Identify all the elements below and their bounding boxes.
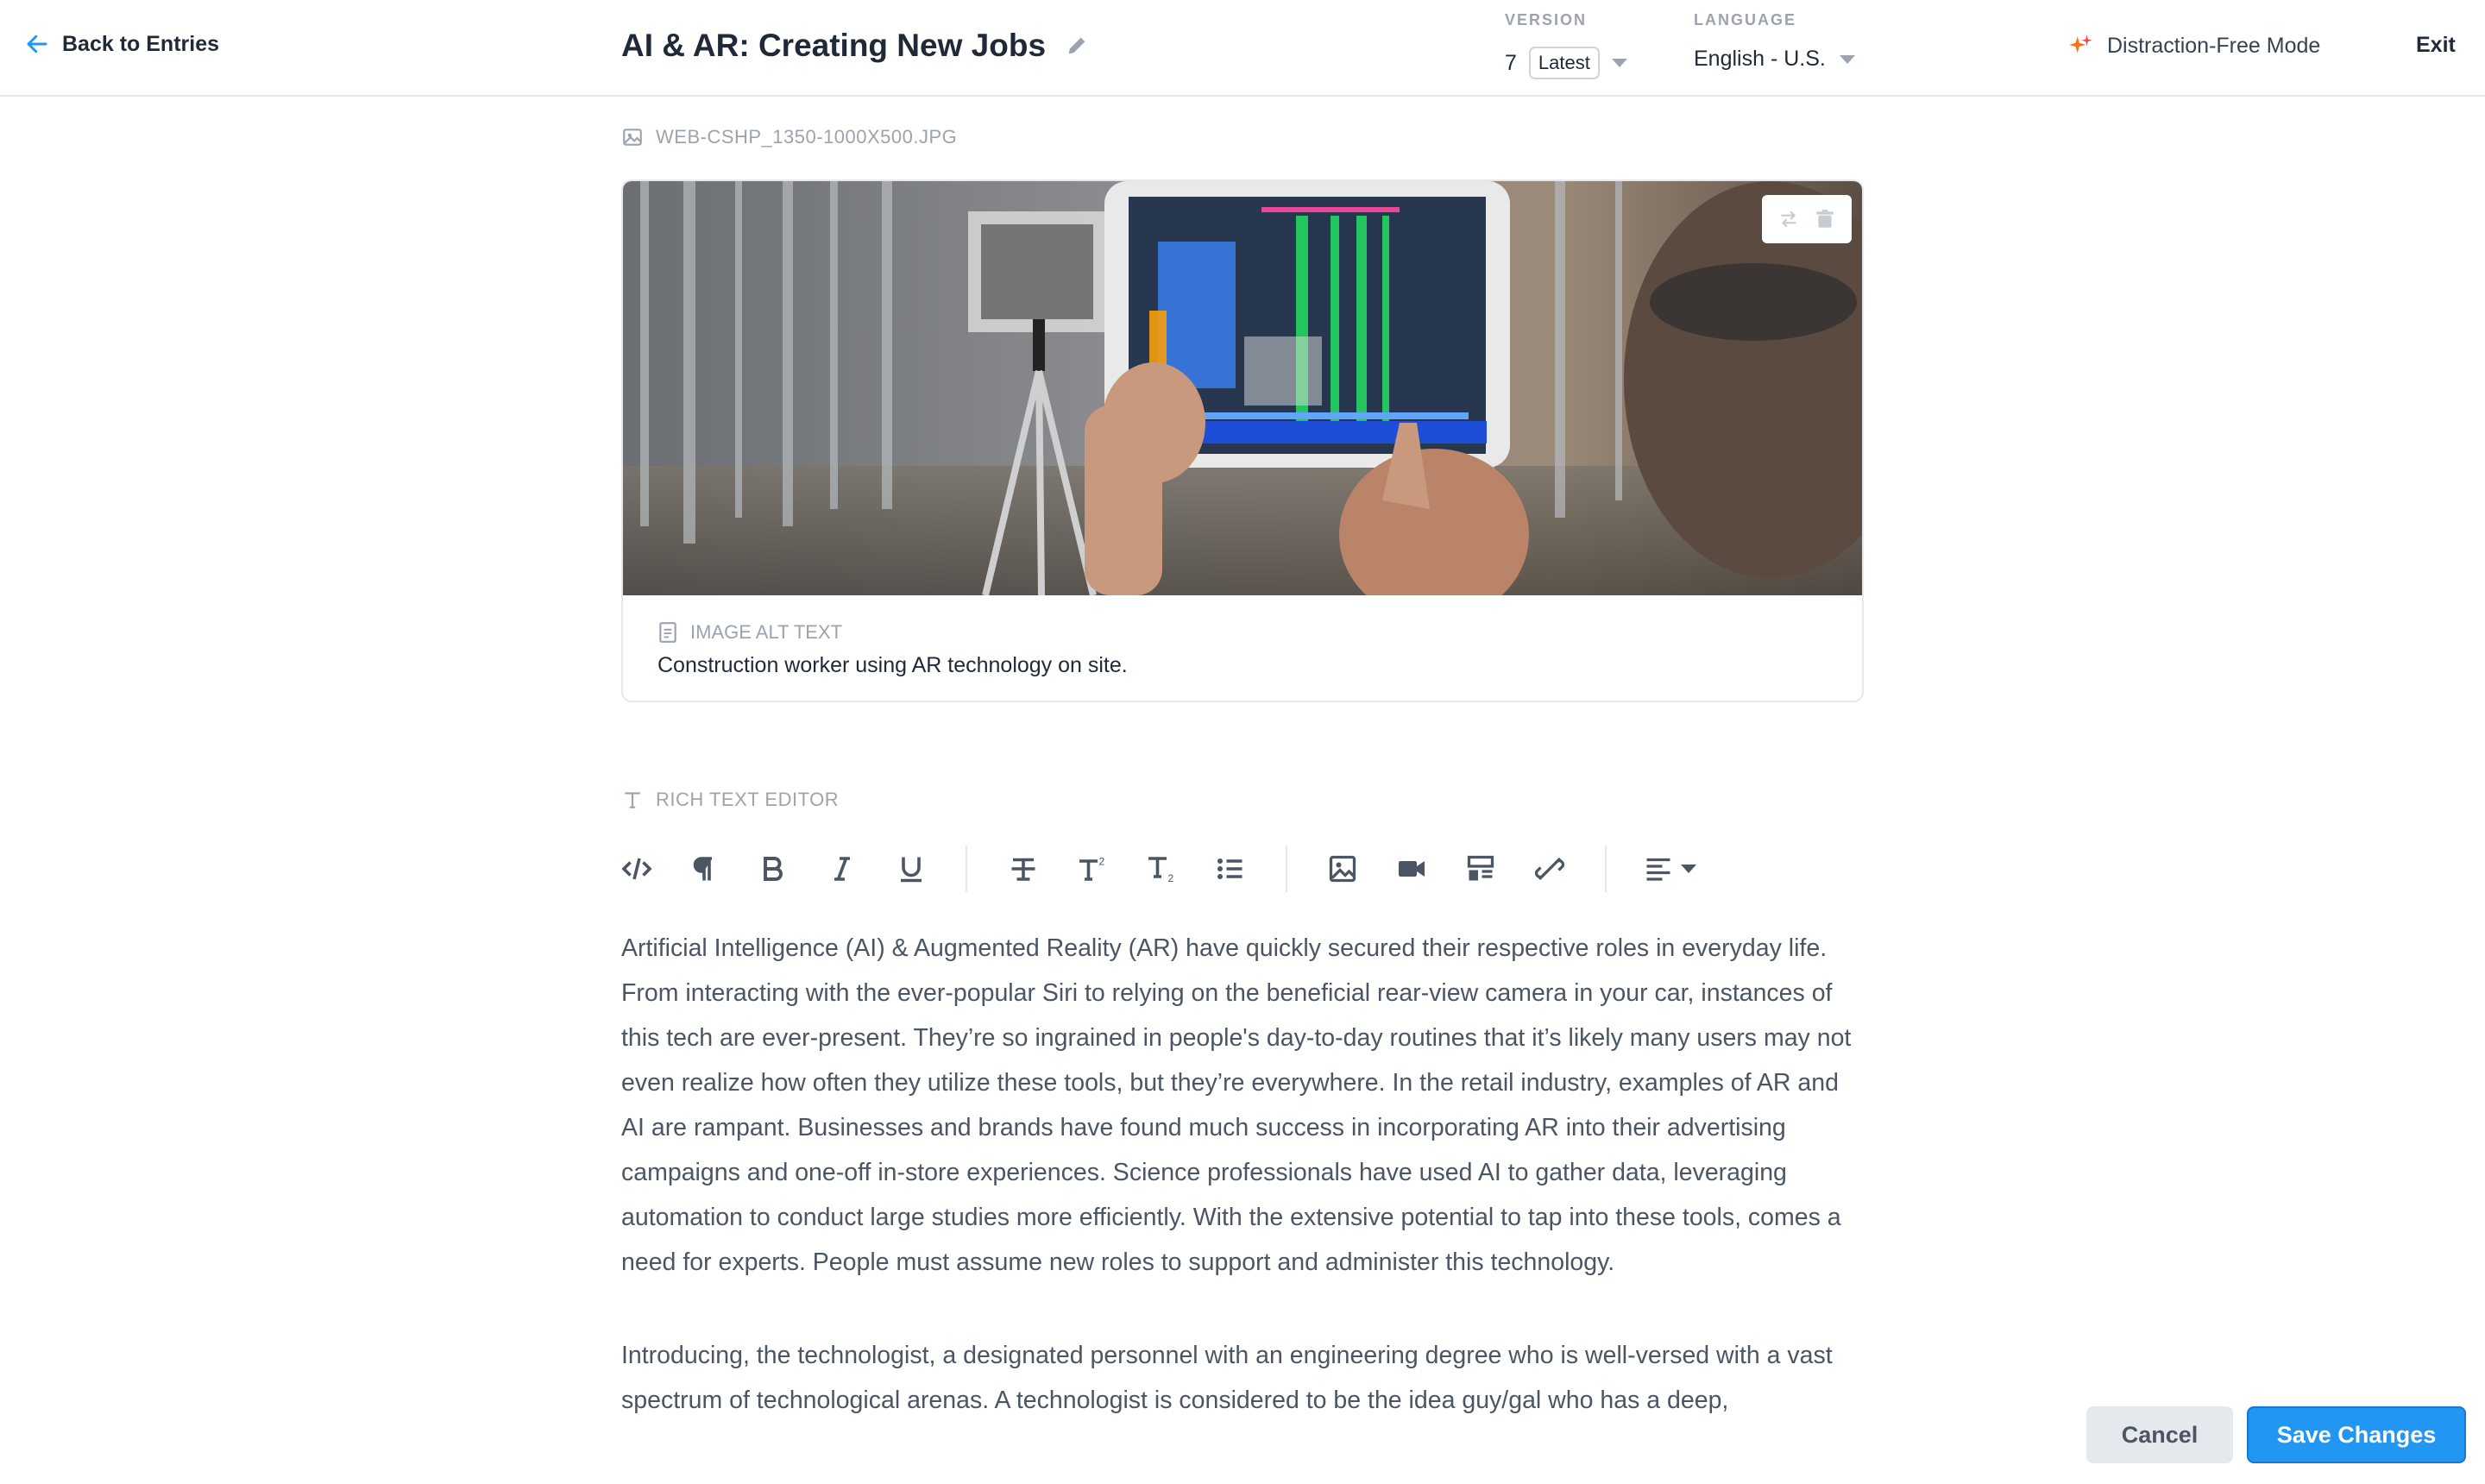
align-dropdown[interactable] xyxy=(1643,846,1715,892)
cancel-button[interactable]: Cancel xyxy=(2086,1406,2233,1463)
distraction-free-mode-button[interactable]: Distraction-Free Mode xyxy=(2067,33,2320,59)
image-field-label: WEB-CSHP_1350-1000X500.JPG xyxy=(621,126,957,148)
image-tools xyxy=(1762,195,1852,243)
insert-image-icon xyxy=(1329,855,1356,883)
italic-button[interactable] xyxy=(823,846,861,892)
back-to-entries-link[interactable]: Back to Entries xyxy=(24,31,219,57)
insert-gallery-button[interactable] xyxy=(1462,846,1500,892)
version-label: VERSION xyxy=(1505,11,1588,28)
strikethrough-icon xyxy=(1011,858,1035,881)
chevron-down-icon xyxy=(1839,54,1855,64)
align-left-icon xyxy=(1646,858,1670,881)
arrow-left-icon xyxy=(27,35,47,53)
image-filename: WEB-CSHP_1350-1000X500.JPG xyxy=(656,126,958,148)
paragraph-button[interactable] xyxy=(685,846,723,892)
text-type-icon xyxy=(625,792,640,808)
entry-title-area: AI & AR: Creating New Jobs xyxy=(621,28,1089,64)
chevron-down-icon xyxy=(1611,59,1627,67)
unlink-button[interactable] xyxy=(1531,846,1569,892)
subscript-button[interactable]: 2 xyxy=(1142,846,1180,892)
image-icon xyxy=(623,129,642,146)
language-value: English - U.S. xyxy=(1694,47,1826,71)
bulleted-list-button[interactable] xyxy=(1211,846,1249,892)
bold-button[interactable] xyxy=(754,846,792,892)
alt-text-label: IMAGE ALT TEXT xyxy=(657,621,842,644)
svg-text:2: 2 xyxy=(1099,856,1105,868)
version-select[interactable]: 7 Latest xyxy=(1505,47,1627,79)
exit-button[interactable]: Exit xyxy=(2416,33,2456,58)
code-icon xyxy=(621,858,652,880)
code-button[interactable] xyxy=(618,846,656,892)
svg-text:2: 2 xyxy=(1168,872,1174,884)
underline-icon xyxy=(901,857,922,883)
pencil-icon[interactable] xyxy=(1065,34,1089,58)
save-changes-button[interactable]: Save Changes xyxy=(2247,1406,2466,1463)
insert-gallery-icon xyxy=(1467,855,1494,881)
unlink-icon xyxy=(1534,857,1565,881)
language-select[interactable]: English - U.S. xyxy=(1694,47,1855,72)
underline-button[interactable] xyxy=(892,846,930,892)
strikethrough-button[interactable] xyxy=(1004,846,1042,892)
toolbar-divider xyxy=(1605,846,1607,892)
chevron-down-icon xyxy=(1681,865,1696,873)
image-card: IMAGE ALT TEXT Construction worker using… xyxy=(621,179,1864,702)
italic-icon xyxy=(834,857,850,881)
editor-content[interactable]: Artificial Intelligence (AI) & Augmented… xyxy=(621,926,1864,1471)
language-label: LANGUAGE xyxy=(1694,11,1796,28)
top-bar: Back to Entries AI & AR: Creating New Jo… xyxy=(0,0,2485,97)
insert-video-icon xyxy=(1399,861,1425,877)
back-label: Back to Entries xyxy=(62,31,220,56)
superscript-button[interactable]: 2 xyxy=(1073,846,1111,892)
bulleted-list-icon xyxy=(1217,858,1242,879)
sparkle-icon xyxy=(2069,35,2092,53)
version-number: 7 xyxy=(1505,50,1517,75)
paragraph: Artificial Intelligence (AI) & Augmented… xyxy=(621,934,1852,1276)
hero-photo[interactable] xyxy=(623,181,1864,595)
version-latest-badge: Latest xyxy=(1528,47,1600,79)
page-title: AI & AR: Creating New Jobs xyxy=(621,28,1047,63)
swap-icon[interactable] xyxy=(1777,208,1800,230)
bold-icon xyxy=(764,857,783,881)
paragraph-icon xyxy=(693,857,712,881)
alt-text-value[interactable]: Construction worker using AR technology … xyxy=(657,653,1128,678)
insert-video-button[interactable] xyxy=(1393,846,1431,892)
paragraph: Introducing, the technologist, a designa… xyxy=(621,1342,1833,1414)
editor-toolbar: 2 2 xyxy=(621,846,1864,892)
toolbar-divider xyxy=(966,846,967,892)
superscript-icon: 2 xyxy=(1079,856,1105,881)
document-icon xyxy=(659,622,676,643)
alt-label-text: IMAGE ALT TEXT xyxy=(690,621,843,643)
distraction-free-label: Distraction-Free Mode xyxy=(2107,33,2321,58)
toolbar-divider xyxy=(1286,846,1287,892)
trash-icon[interactable] xyxy=(1814,208,1836,230)
insert-image-button[interactable] xyxy=(1324,846,1362,892)
subscript-icon: 2 xyxy=(1148,857,1174,884)
rich-text-editor-label: RICH TEXT EDITOR xyxy=(621,789,839,811)
rich-text-editor-title: RICH TEXT EDITOR xyxy=(656,789,840,810)
